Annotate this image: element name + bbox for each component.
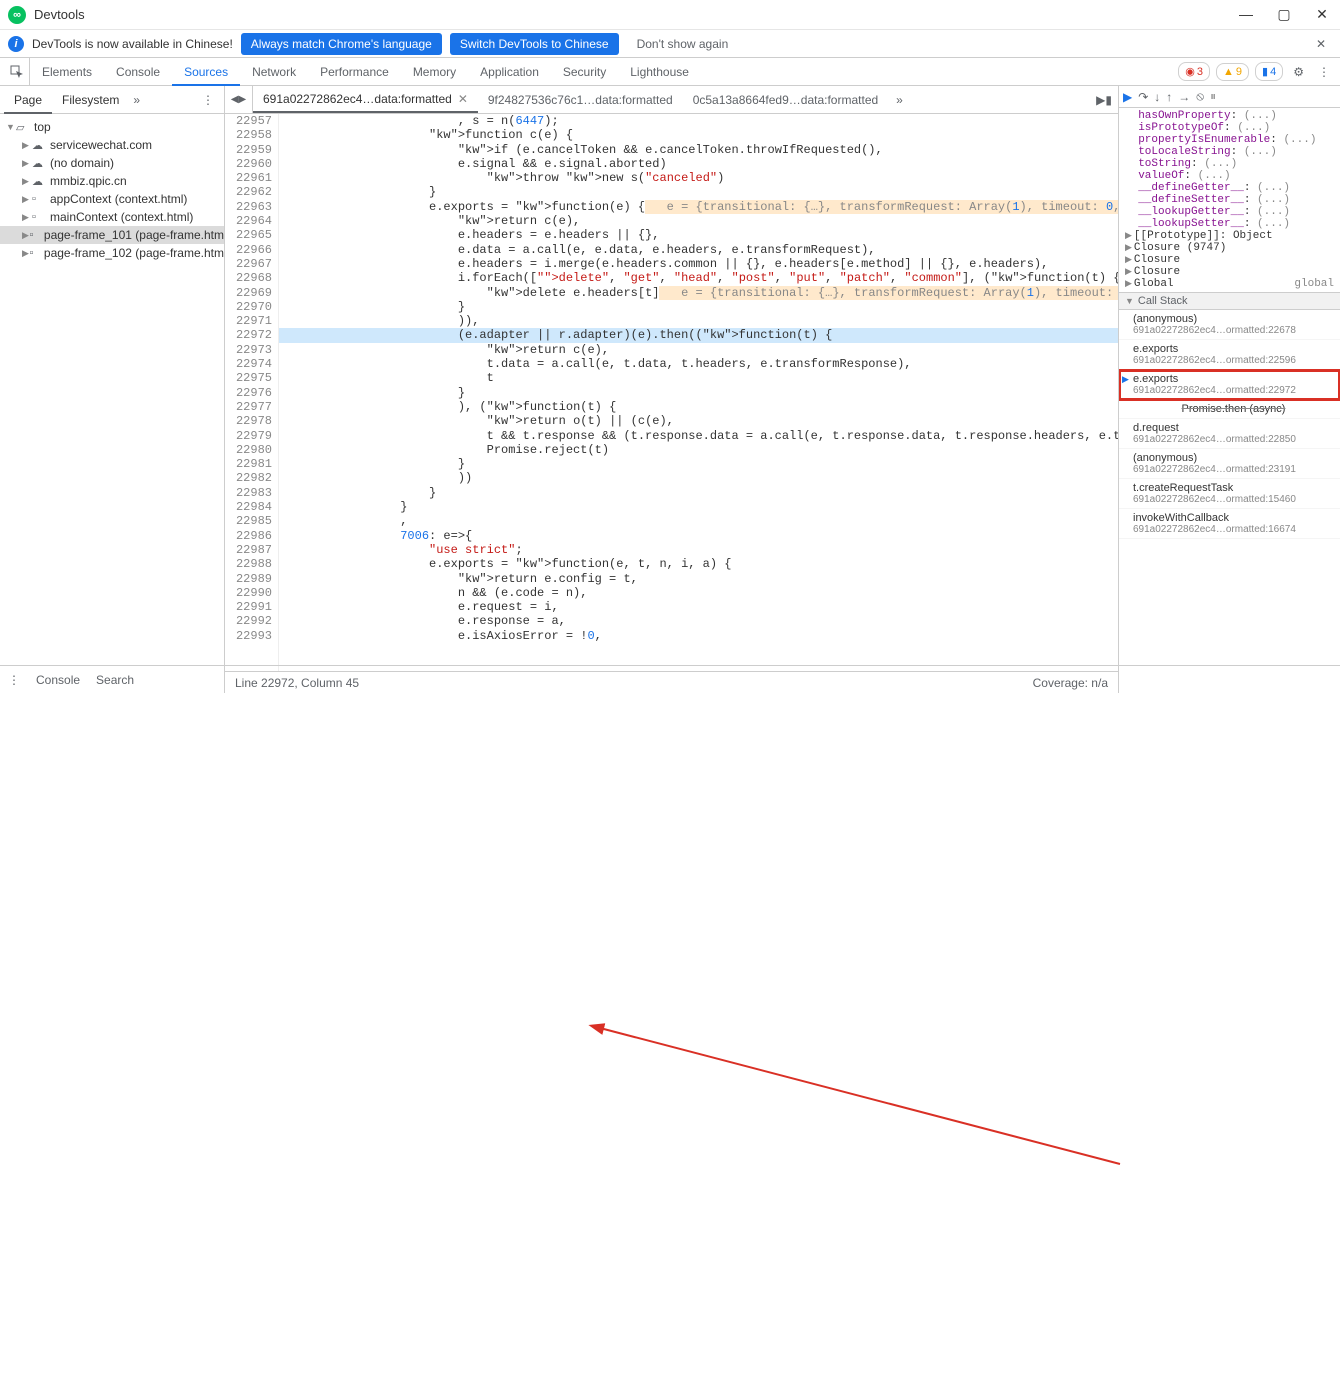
file-tab[interactable]: 691a02272862ec4…data:formatted✕ — [253, 86, 478, 113]
step-into-icon[interactable]: ↓ — [1154, 90, 1160, 104]
pause-exceptions-icon[interactable]: ⏸ — [1210, 89, 1216, 104]
close-tab-icon[interactable]: ✕ — [458, 92, 468, 106]
tree-row[interactable]: ▼▱top — [0, 118, 224, 136]
tab-lighthouse[interactable]: Lighthouse — [618, 58, 701, 85]
tree-row[interactable]: ▶☁mmbiz.qpic.cn — [0, 172, 224, 190]
tree-row[interactable]: ▶▫appContext (context.html) — [0, 190, 224, 208]
callstack-item[interactable]: (anonymous)691a02272862ec4…ormatted:2319… — [1119, 449, 1340, 479]
file-tabs: ◀▶ 691a02272862ec4…data:formatted✕9f2482… — [225, 86, 1118, 114]
minimize-icon[interactable]: — — [1236, 6, 1256, 23]
deactivate-breakpoints-icon[interactable]: ⦸ — [1196, 89, 1204, 104]
close-icon[interactable]: ✕ — [1312, 6, 1332, 23]
chevron-down-icon: ▼ — [1125, 296, 1134, 306]
run-snippet-icon[interactable]: ▶▮ — [1096, 93, 1112, 107]
callstack[interactable]: (anonymous)691a02272862ec4…ormatted:2267… — [1119, 310, 1340, 693]
tree-row[interactable]: ▶▫mainContext (context.html) — [0, 208, 224, 226]
tab-console[interactable]: Console — [104, 58, 172, 85]
drawer-tab-search[interactable]: Search — [96, 673, 134, 687]
tabs-right-tools: ◉ 3 ▲ 9 ▮ 4 ⚙ ⋮ — [1178, 58, 1340, 85]
maximize-icon[interactable]: ▢ — [1274, 6, 1294, 23]
editor-pane: ◀▶ 691a02272862ec4…data:formatted✕9f2482… — [225, 86, 1118, 693]
code-editor[interactable]: 2295722958229592296022961229622296322964… — [225, 114, 1118, 671]
app-body: Page Filesystem » ⋮ ▼▱top▶☁servicewechat… — [0, 86, 1340, 693]
window-controls: — ▢ ✕ — [1236, 6, 1332, 23]
callstack-item[interactable]: d.request691a02272862ec4…ormatted:22850 — [1119, 419, 1340, 449]
resume-icon[interactable]: ▶ — [1123, 90, 1132, 104]
info-icon: i — [8, 36, 24, 52]
scope-pane[interactable]: hasOwnProperty: (...) isPrototypeOf: (..… — [1119, 108, 1340, 292]
step-out-icon[interactable]: ↑ — [1166, 90, 1172, 104]
navigator-more-icon[interactable]: » — [133, 93, 140, 107]
tree-row[interactable]: ▶▫page-frame_101 (page-frame.htm — [0, 226, 224, 244]
callstack-item[interactable]: t.createRequestTask691a02272862ec4…ormat… — [1119, 479, 1340, 509]
always-match-button[interactable]: Always match Chrome's language — [241, 33, 442, 55]
warnings-badge[interactable]: ▲ 9 — [1216, 63, 1249, 81]
file-tabs-more-icon[interactable]: » — [888, 86, 911, 113]
tree-row[interactable]: ▶▫page-frame_102 (page-frame.htm — [0, 244, 224, 262]
messages-badge[interactable]: ▮ 4 — [1255, 62, 1283, 81]
callstack-item[interactable]: (anonymous)691a02272862ec4…ormatted:2267… — [1119, 310, 1340, 340]
file-tabs-right: ▶▮ — [1090, 86, 1118, 113]
file-nav-arrows-icon[interactable]: ◀▶ — [225, 86, 253, 113]
navigator-pane: Page Filesystem » ⋮ ▼▱top▶☁servicewechat… — [0, 86, 225, 693]
window-title: Devtools — [34, 7, 85, 22]
tree-row[interactable]: ▶☁servicewechat.com — [0, 136, 224, 154]
annotation-arrow — [0, 693, 1340, 1386]
debugger-toolbar: ▶ ↷ ↓ ↑ → ⦸ ⏸ — [1119, 86, 1340, 108]
step-icon[interactable]: → — [1178, 90, 1190, 104]
callstack-header[interactable]: ▼ Call Stack — [1119, 292, 1340, 310]
callstack-item[interactable]: invokeWithCallback691a02272862ec4…ormatt… — [1119, 509, 1340, 539]
drawer-tab-console[interactable]: Console — [36, 673, 80, 687]
app-icon: ∞ — [8, 6, 26, 24]
tab-application[interactable]: Application — [468, 58, 551, 85]
settings-gear-icon[interactable]: ⚙ — [1289, 65, 1308, 79]
tab-filesystem[interactable]: Filesystem — [52, 86, 129, 113]
titlebar: ∞ Devtools — ▢ ✕ — [0, 0, 1340, 30]
infobar-close-icon[interactable]: ✕ — [1310, 37, 1332, 51]
callstack-item[interactable]: e.exports691a02272862ec4…ormatted:22596 — [1119, 340, 1340, 370]
tab-security[interactable]: Security — [551, 58, 618, 85]
dont-show-button[interactable]: Don't show again — [627, 33, 739, 55]
tab-memory[interactable]: Memory — [401, 58, 468, 85]
navigator-kebab-icon[interactable]: ⋮ — [196, 93, 220, 107]
callstack-item[interactable]: Promise.then (async) — [1119, 400, 1340, 419]
infobar-message: DevTools is now available in Chinese! — [32, 37, 233, 51]
navigator-tree[interactable]: ▼▱top▶☁servicewechat.com▶☁(no domain)▶☁m… — [0, 114, 224, 693]
file-tab[interactable]: 0c5a13a8664fed9…data:formatted — [683, 86, 888, 113]
tab-sources[interactable]: Sources — [172, 58, 240, 85]
tree-row[interactable]: ▶☁(no domain) — [0, 154, 224, 172]
drawer-kebab-icon[interactable]: ⋮ — [8, 673, 20, 687]
callstack-item[interactable]: e.exports691a02272862ec4…ormatted:22972 — [1119, 370, 1340, 400]
kebab-menu-icon[interactable]: ⋮ — [1314, 65, 1334, 79]
switch-devtools-button[interactable]: Switch DevTools to Chinese — [450, 33, 619, 55]
tab-elements[interactable]: Elements — [30, 58, 104, 85]
infobar: i DevTools is now available in Chinese! … — [0, 30, 1340, 58]
errors-badge[interactable]: ◉ 3 — [1178, 62, 1210, 81]
tab-performance[interactable]: Performance — [308, 58, 401, 85]
navigator-tabs: Page Filesystem » ⋮ — [0, 86, 224, 114]
debugger-pane: ▶ ↷ ↓ ↑ → ⦸ ⏸ hasOwnProperty: (...) isPr… — [1118, 86, 1340, 693]
inspect-element-icon[interactable] — [4, 58, 30, 85]
tab-network[interactable]: Network — [240, 58, 308, 85]
step-over-icon[interactable]: ↷ — [1138, 90, 1148, 104]
file-tab[interactable]: 9f24827536c76c1…data:formatted — [478, 86, 683, 113]
panel-tabs: ElementsConsoleSourcesNetworkPerformance… — [0, 58, 1340, 86]
drawer: ⋮ Console Search — [0, 665, 1340, 693]
tab-page[interactable]: Page — [4, 86, 52, 113]
